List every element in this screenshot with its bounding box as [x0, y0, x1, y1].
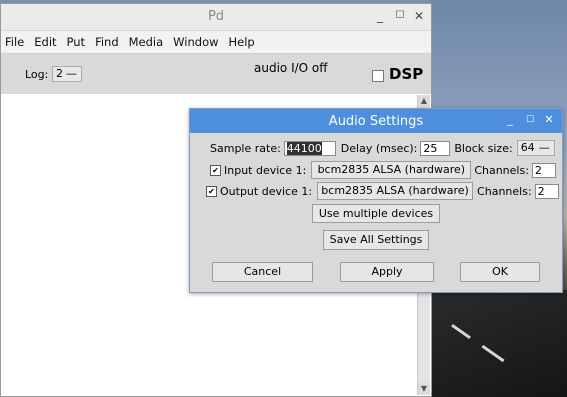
delay-input[interactable]: 25: [420, 140, 451, 156]
minimize-icon[interactable]: _: [372, 8, 388, 24]
sample-rate-value: 44100: [286, 141, 322, 155]
close-icon[interactable]: ✕: [542, 113, 556, 127]
menu-edit[interactable]: Edit: [34, 35, 56, 49]
pd-window-title: Pd: [207, 9, 225, 24]
block-size-value: 64: [520, 141, 535, 154]
input-device-row: ✔ Input device 1: bcm2835 ALSA (hardware…: [210, 161, 556, 179]
save-all-settings-button[interactable]: Save All Settings: [323, 230, 429, 250]
output-channels-input[interactable]: 2: [534, 183, 559, 199]
sample-rate-row: Sample rate: 44100 Delay (msec): 25 Bloc…: [210, 140, 555, 156]
menu-put[interactable]: Put: [67, 35, 86, 49]
dropdown-icon: —: [66, 67, 77, 80]
log-label: Log:: [25, 68, 49, 81]
input-device-checkbox[interactable]: ✔: [210, 164, 221, 176]
close-icon[interactable]: ✕: [411, 8, 427, 24]
maximize-icon[interactable]: ☐: [392, 8, 408, 24]
dropdown-icon: —: [538, 141, 550, 154]
output-device-row: ✔ Output device 1: bcm2835 ALSA (hardwar…: [206, 182, 559, 200]
wallpaper-road: [430, 290, 567, 397]
pd-toolbar: Log: 2 — audio I/O off DSP: [1, 54, 431, 95]
input-device-label: Input device 1:: [224, 163, 307, 177]
menubar: File Edit Put Find Media Window Help: [1, 31, 431, 54]
cancel-button[interactable]: Cancel: [212, 262, 313, 282]
delay-label: Delay (msec):: [340, 141, 418, 155]
dsp-label: DSP: [389, 65, 424, 83]
dialog-titlebar[interactable]: Audio Settings _ ☐ ✕: [190, 109, 562, 133]
block-size-select[interactable]: 64—: [516, 140, 555, 156]
log-level-value: 2: [56, 67, 63, 80]
log-level-select[interactable]: 2 —: [52, 66, 82, 82]
menu-help[interactable]: Help: [229, 35, 255, 49]
block-size-label: Block size:: [454, 141, 513, 155]
road-marking: [481, 344, 505, 363]
road-marking: [451, 323, 471, 340]
menu-media[interactable]: Media: [129, 35, 164, 49]
dsp-checkbox[interactable]: [372, 70, 384, 82]
sample-rate-label: Sample rate:: [210, 141, 281, 155]
output-channels-label: Channels:: [477, 184, 532, 198]
minimize-icon[interactable]: _: [503, 113, 517, 127]
output-device-label: Output device 1:: [220, 184, 313, 198]
menu-window[interactable]: Window: [173, 35, 218, 49]
maximize-icon[interactable]: ☐: [523, 113, 537, 127]
input-channels-input[interactable]: 2: [531, 162, 556, 178]
input-channels-label: Channels:: [474, 163, 529, 177]
output-device-checkbox[interactable]: ✔: [206, 185, 217, 197]
output-device-button[interactable]: bcm2835 ALSA (hardware): [317, 182, 474, 200]
audio-status: audio I/O off: [254, 61, 328, 75]
input-device-button[interactable]: bcm2835 ALSA (hardware): [311, 161, 472, 179]
scroll-down-icon[interactable]: ▼: [418, 383, 430, 395]
ok-button[interactable]: OK: [460, 262, 540, 282]
scroll-up-icon[interactable]: ▲: [418, 95, 430, 107]
apply-button[interactable]: Apply: [340, 262, 434, 282]
use-multiple-devices-button[interactable]: Use multiple devices: [312, 204, 440, 223]
sample-rate-input[interactable]: 44100: [283, 140, 336, 156]
pd-titlebar[interactable]: Pd _ ☐ ✕: [1, 4, 431, 31]
menu-find[interactable]: Find: [95, 35, 119, 49]
audio-settings-dialog: Audio Settings _ ☐ ✕ Sample rate: 44100 …: [189, 108, 563, 293]
menu-file[interactable]: File: [5, 35, 24, 49]
